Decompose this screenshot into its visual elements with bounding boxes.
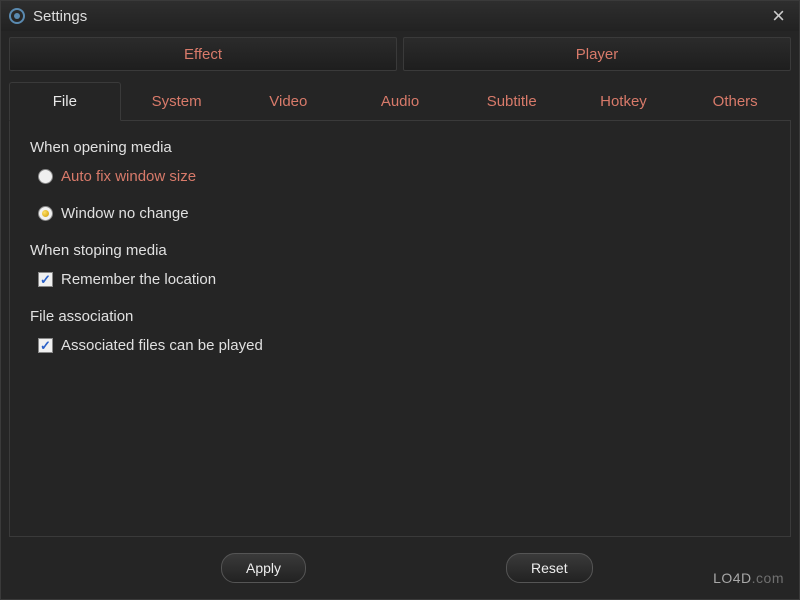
tab-file[interactable]: File <box>9 82 121 121</box>
tab-hotkey[interactable]: Hotkey <box>568 82 680 121</box>
reset-button[interactable]: Reset <box>506 553 593 583</box>
checkbox-associated-files[interactable]: ✓ <box>38 338 53 353</box>
section-association: File association ✓ Associated files can … <box>30 308 770 354</box>
tab-effect[interactable]: Effect <box>9 37 397 71</box>
window-title: Settings <box>33 8 766 25</box>
button-row: Apply Reset <box>1 545 799 599</box>
radio-no-change[interactable] <box>38 206 53 221</box>
label-auto-fix: Auto fix window size <box>61 168 196 185</box>
label-associated-files: Associated files can be played <box>61 337 263 354</box>
tab-subtitle[interactable]: Subtitle <box>456 82 568 121</box>
label-no-change: Window no change <box>61 205 189 222</box>
secondary-tabs: File System Video Audio Subtitle Hotkey … <box>9 81 791 121</box>
heading-stopping: When stoping media <box>30 242 770 259</box>
heading-opening: When opening media <box>30 139 770 156</box>
option-remember-location[interactable]: ✓ Remember the location <box>38 271 770 288</box>
section-stopping: When stoping media ✓ Remember the locati… <box>30 242 770 288</box>
tab-player[interactable]: Player <box>403 37 791 71</box>
radio-auto-fix[interactable] <box>38 169 53 184</box>
tab-audio[interactable]: Audio <box>344 82 456 121</box>
close-icon[interactable]: × <box>766 5 791 27</box>
option-associated-files[interactable]: ✓ Associated files can be played <box>38 337 770 354</box>
watermark-main: LO4D <box>713 570 752 586</box>
app-icon <box>9 8 25 24</box>
tab-others[interactable]: Others <box>679 82 791 121</box>
option-no-change[interactable]: Window no change <box>38 205 770 222</box>
watermark: LO4D.com <box>713 570 784 586</box>
primary-tabs: Effect Player <box>1 31 799 71</box>
settings-content: When opening media Auto fix window size … <box>9 121 791 537</box>
titlebar: Settings × <box>1 1 799 31</box>
option-auto-fix[interactable]: Auto fix window size <box>38 168 770 185</box>
section-opening: When opening media Auto fix window size … <box>30 139 770 222</box>
checkbox-remember-location[interactable]: ✓ <box>38 272 53 287</box>
heading-association: File association <box>30 308 770 325</box>
label-remember-location: Remember the location <box>61 271 216 288</box>
watermark-suffix: .com <box>752 570 784 586</box>
tab-video[interactable]: Video <box>232 82 344 121</box>
settings-window: Settings × Effect Player File System Vid… <box>0 0 800 600</box>
apply-button[interactable]: Apply <box>221 553 306 583</box>
tab-system[interactable]: System <box>121 82 233 121</box>
